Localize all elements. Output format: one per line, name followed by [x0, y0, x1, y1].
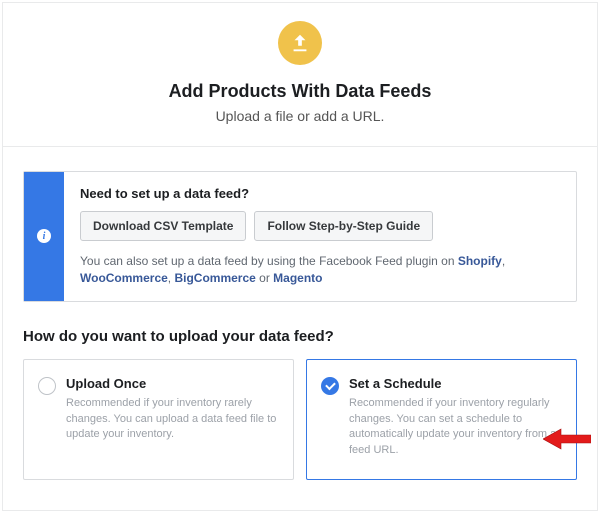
link-magento[interactable]: Magento — [273, 271, 322, 285]
upload-icon — [278, 21, 322, 65]
radio-unchecked-icon — [38, 377, 56, 395]
option-text: Upload Once Recommended if your inventor… — [66, 376, 279, 460]
info-content: Need to set up a data feed? Download CSV… — [64, 172, 576, 301]
info-help-text: You can also set up a data feed by using… — [80, 253, 560, 287]
divider — [3, 146, 597, 147]
upload-options: Upload Once Recommended if your inventor… — [23, 359, 577, 481]
option-text: Set a Schedule Recommended if your inven… — [349, 376, 562, 460]
info-help-prefix: You can also set up a data feed by using… — [80, 254, 458, 268]
option-title: Set a Schedule — [349, 376, 562, 391]
step-by-step-guide-button[interactable]: Follow Step-by-Step Guide — [254, 211, 433, 241]
link-shopify[interactable]: Shopify — [458, 254, 502, 268]
info-icon: i — [37, 229, 51, 243]
info-box: i Need to set up a data feed? Download C… — [23, 171, 577, 302]
info-buttons: Download CSV Template Follow Step-by-Ste… — [80, 211, 560, 241]
download-csv-button[interactable]: Download CSV Template — [80, 211, 246, 241]
link-bigcommerce[interactable]: BigCommerce — [174, 271, 255, 285]
page-subtitle: Upload a file or add a URL. — [23, 108, 577, 124]
page-title: Add Products With Data Feeds — [23, 81, 577, 102]
radio-checked-icon — [321, 377, 339, 395]
upload-method-heading: How do you want to upload your data feed… — [23, 328, 577, 345]
option-description: Recommended if your inventory regularly … — [349, 396, 562, 460]
header: Add Products With Data Feeds Upload a fi… — [3, 3, 597, 146]
option-description: Recommended if your inventory rarely cha… — [66, 396, 279, 444]
arrow-annotation-icon — [543, 427, 591, 451]
info-stripe: i — [24, 172, 64, 301]
option-title: Upload Once — [66, 376, 279, 391]
option-set-schedule[interactable]: Set a Schedule Recommended if your inven… — [306, 359, 577, 481]
link-woocommerce[interactable]: WooCommerce — [80, 271, 168, 285]
option-upload-once[interactable]: Upload Once Recommended if your inventor… — [23, 359, 294, 481]
data-feed-setup-panel: Add Products With Data Feeds Upload a fi… — [2, 2, 598, 511]
info-heading: Need to set up a data feed? — [80, 186, 560, 201]
